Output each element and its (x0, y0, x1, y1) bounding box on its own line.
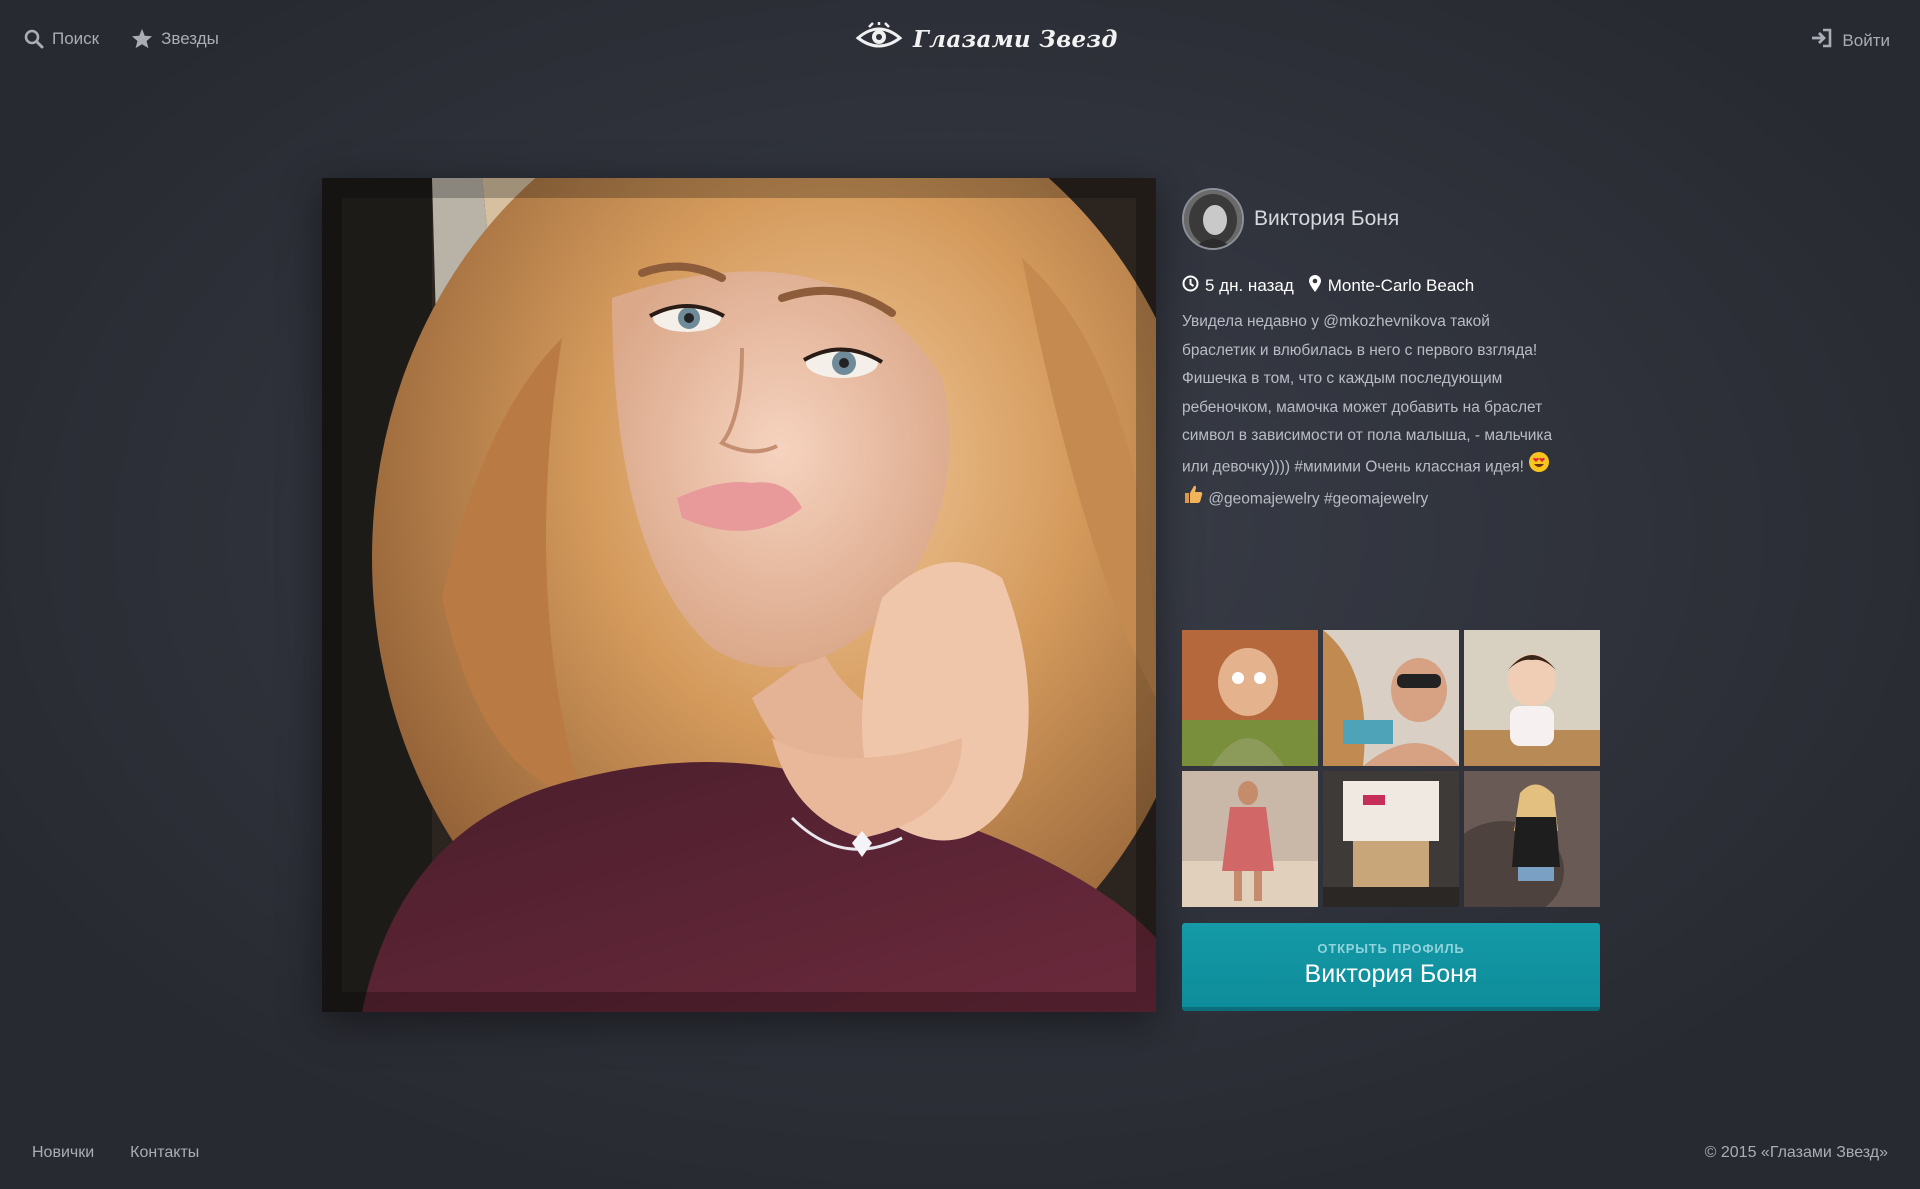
author-profile-link[interactable]: Виктория Боня (1182, 188, 1600, 250)
nav-search[interactable]: Поиск (24, 29, 99, 49)
thumbnail[interactable] (1464, 771, 1600, 907)
nav-stars-label: Звезды (161, 28, 219, 48)
open-profile-name: Виктория Боня (1304, 960, 1478, 988)
caption-line: браслетик и влюбилась в него с первого в… (1182, 341, 1538, 359)
caption-line: Увидела недавно у @mkozhevnikova такой (1182, 313, 1490, 330)
nav-stars[interactable]: Звезды (131, 28, 219, 49)
recent-posts-grid (1182, 630, 1600, 907)
main-photo-image (322, 178, 1156, 1012)
post-caption: Увидела недавно у @mkozhevnikova такой б… (1182, 308, 1600, 516)
caption-line: символ в зависимости от пола малыша, - м… (1182, 427, 1553, 444)
footer-link-contacts[interactable]: Контакты (130, 1144, 199, 1162)
caption-line: ребеночком, мамочка может добавить на бр… (1182, 398, 1543, 416)
login-button[interactable]: Войти (1811, 28, 1890, 53)
clock-icon (1182, 275, 1199, 297)
caption-line-7: @geomajewelry #geomajewelry (1182, 483, 1600, 516)
footer-link-newbies[interactable]: Новички (32, 1144, 94, 1162)
star-icon (131, 28, 153, 49)
search-icon (24, 29, 44, 49)
footer-nav: Новички Контакты (32, 1144, 199, 1162)
open-profile-button[interactable]: ОТКРЫТЬ ПРОФИЛЬ Виктория Боня (1182, 923, 1600, 1011)
thumbs-up-emoji-icon (1182, 483, 1204, 516)
site-logo[interactable]: Глазами Звезд (855, 21, 1118, 57)
map-pin-icon (1308, 274, 1322, 298)
logo-text: Глазами Звезд (913, 26, 1118, 53)
open-profile-label: ОТКРЫТЬ ПРОФИЛЬ (1317, 941, 1465, 956)
thumbnail[interactable] (1464, 630, 1600, 766)
copyright: © 2015 «Глазами Звезд» (1704, 1144, 1888, 1161)
caption-line: @geomajewelry #geomajewelry (1208, 490, 1429, 508)
post-time: 5 дн. назад (1205, 276, 1294, 295)
top-bar: Поиск Звезды Глазами Звезд Войти (0, 0, 1920, 84)
thumbnail[interactable] (1182, 771, 1318, 907)
post-details: Виктория Боня 5 дн. назад Monte-Carlo Be… (1182, 188, 1600, 1011)
avatar[interactable] (1182, 188, 1244, 250)
top-nav: Поиск Звезды (24, 28, 219, 49)
caption-line-6: или девочку)))) #мимими Очень классная и… (1182, 451, 1600, 484)
login-icon (1811, 28, 1833, 53)
nav-search-label: Поиск (52, 28, 100, 48)
caption-line: Фишечка в том, что с каждым последующим (1182, 370, 1503, 387)
post-meta: 5 дн. назад Monte-Carlo Beach (1182, 274, 1600, 298)
caption-line: или девочку)))) #мимими Очень классная и… (1182, 457, 1524, 475)
login-label: Войти (1842, 30, 1890, 50)
thumbnail[interactable] (1182, 630, 1318, 766)
thumbnail[interactable] (1323, 771, 1459, 907)
author-name[interactable]: Виктория Боня (1254, 207, 1399, 231)
thumbnail[interactable] (1323, 630, 1459, 766)
eye-logo-icon (855, 21, 903, 57)
post-location[interactable]: Monte-Carlo Beach (1328, 276, 1474, 296)
heart-eyes-emoji-icon (1528, 451, 1550, 484)
main-photo[interactable] (322, 178, 1156, 1012)
